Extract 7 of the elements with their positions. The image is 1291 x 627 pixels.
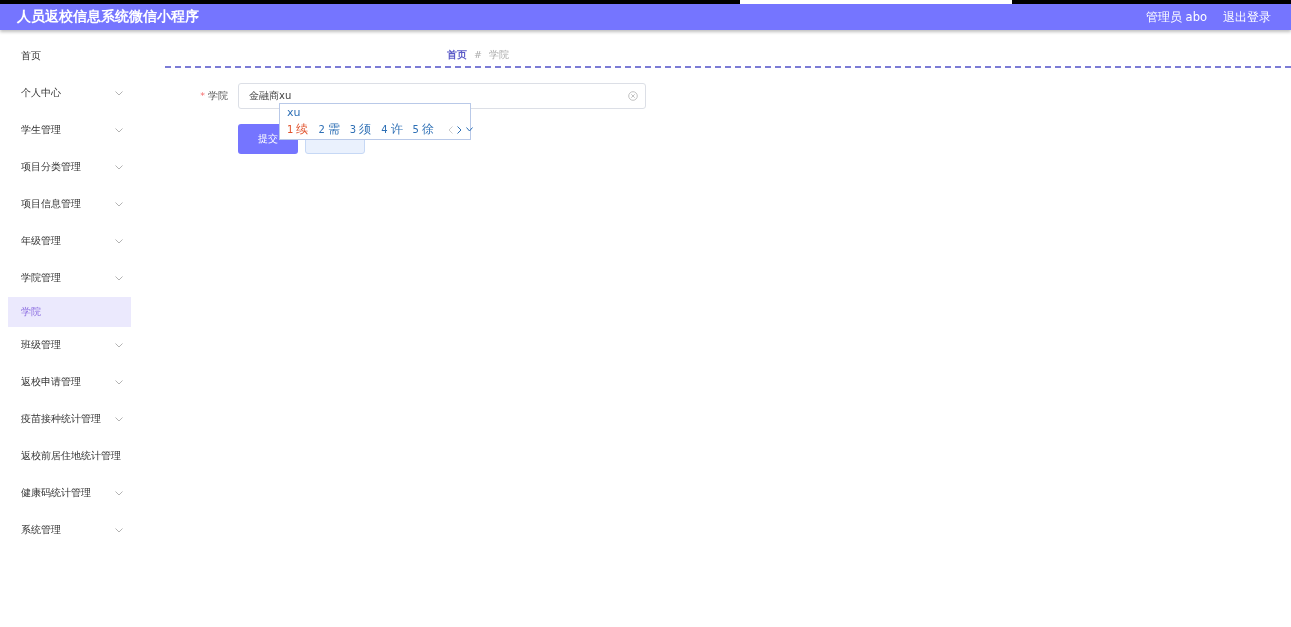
required-mark: *	[200, 89, 205, 103]
field-label: 学院	[208, 89, 228, 103]
breadcrumb-item: 学院	[489, 49, 509, 62]
breadcrumb-separator: #	[474, 49, 482, 62]
ime-composition: xu	[287, 105, 302, 121]
user-label: 管理员 abo	[1145, 9, 1207, 25]
app-title: 人员返校信息系统微信小程序	[17, 8, 199, 26]
